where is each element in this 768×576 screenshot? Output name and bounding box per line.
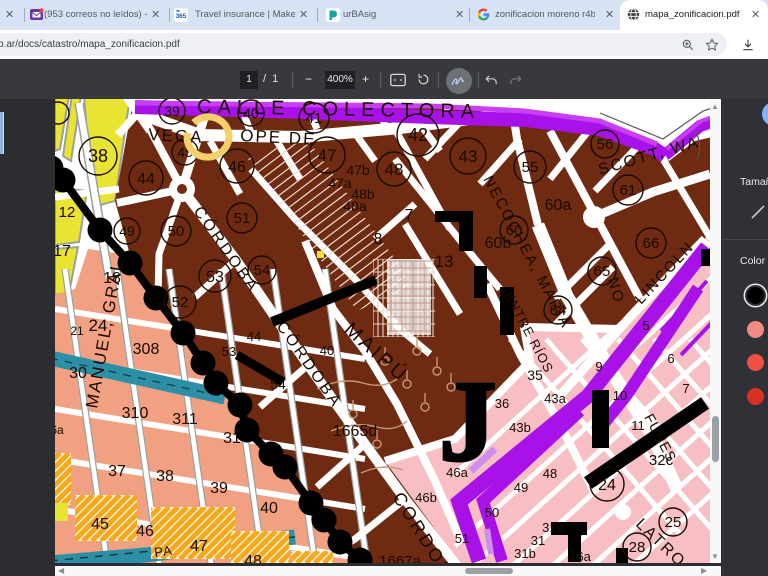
svg-text:311: 311	[172, 411, 198, 428]
svg-text:1665d: 1665d	[333, 423, 378, 440]
svg-text:65: 65	[594, 263, 611, 280]
svg-text:28: 28	[629, 539, 646, 556]
svg-text:310: 310	[122, 405, 149, 422]
svg-text:48: 48	[244, 553, 262, 563]
svg-text:13: 13	[435, 252, 454, 271]
svg-text:49: 49	[119, 223, 135, 239]
svg-text:365: 365	[176, 13, 187, 20]
svg-text:47: 47	[190, 538, 208, 555]
svg-text:66: 66	[643, 235, 660, 252]
svg-text:45: 45	[91, 516, 109, 533]
svg-text:10: 10	[613, 388, 627, 403]
svg-text:53: 53	[206, 269, 224, 286]
svg-text:37: 37	[108, 463, 126, 480]
svg-text:44: 44	[137, 171, 155, 188]
svg-text:VEGA: VEGA	[148, 125, 204, 147]
svg-text:36: 36	[495, 396, 509, 411]
svg-text:12: 12	[59, 204, 76, 221]
svg-text:1667a: 1667a	[379, 553, 421, 563]
svg-text:24: 24	[598, 477, 616, 494]
svg-text:54: 54	[254, 262, 271, 279]
svg-text:48a: 48a	[343, 198, 367, 214]
svg-text:31: 31	[223, 430, 241, 447]
svg-text:50: 50	[485, 505, 499, 520]
svg-text:43b: 43b	[509, 420, 531, 435]
svg-text:47a: 47a	[328, 175, 352, 191]
svg-text:55: 55	[522, 159, 539, 176]
svg-text:47: 47	[318, 146, 337, 165]
svg-text:43: 43	[459, 147, 478, 166]
svg-text:9: 9	[595, 359, 602, 374]
svg-text:52: 52	[172, 294, 189, 311]
svg-text:60b: 60b	[485, 235, 512, 252]
svg-text:308: 308	[133, 341, 160, 358]
svg-text:51: 51	[234, 210, 251, 227]
svg-text:42: 42	[408, 125, 428, 145]
svg-text:6a: 6a	[55, 423, 64, 437]
svg-text:30: 30	[69, 365, 87, 382]
svg-text:54: 54	[270, 376, 286, 392]
svg-text:46: 46	[228, 159, 246, 176]
svg-text:21: 21	[70, 324, 84, 338]
svg-text:38: 38	[88, 146, 108, 166]
svg-text:40: 40	[260, 500, 278, 517]
svg-text:44: 44	[247, 329, 261, 344]
svg-text:46b: 46b	[415, 490, 437, 505]
svg-text:53: 53	[222, 344, 236, 359]
svg-text:61: 61	[620, 182, 637, 199]
svg-text:39: 39	[210, 480, 228, 497]
svg-text:31a: 31a	[542, 520, 564, 535]
svg-text:60a: 60a	[545, 197, 572, 214]
svg-text:39: 39	[164, 103, 180, 119]
svg-text:56: 56	[597, 136, 614, 153]
svg-text:25: 25	[665, 514, 682, 531]
svg-text:38: 38	[156, 468, 174, 485]
svg-text:51: 51	[455, 531, 469, 546]
svg-text:PA: PA	[153, 543, 173, 560]
svg-text:7: 7	[682, 381, 689, 396]
svg-text:J: J	[439, 358, 497, 485]
svg-text:43a: 43a	[544, 391, 566, 406]
svg-text:31b: 31b	[514, 546, 536, 561]
svg-text:40: 40	[320, 343, 334, 358]
svg-text:48: 48	[385, 160, 404, 179]
svg-text:16a: 16a	[569, 549, 591, 563]
svg-text:17: 17	[55, 243, 71, 260]
svg-text:5: 5	[642, 318, 649, 333]
svg-text:OPE DE: OPE DE	[240, 126, 317, 149]
svg-text:6: 6	[667, 351, 674, 366]
svg-text:50: 50	[168, 223, 185, 240]
svg-text:7: 7	[405, 207, 414, 224]
svg-text:49: 49	[514, 480, 528, 495]
svg-text:46: 46	[136, 523, 154, 540]
svg-text:8: 8	[374, 231, 383, 248]
svg-text:48: 48	[543, 466, 557, 481]
